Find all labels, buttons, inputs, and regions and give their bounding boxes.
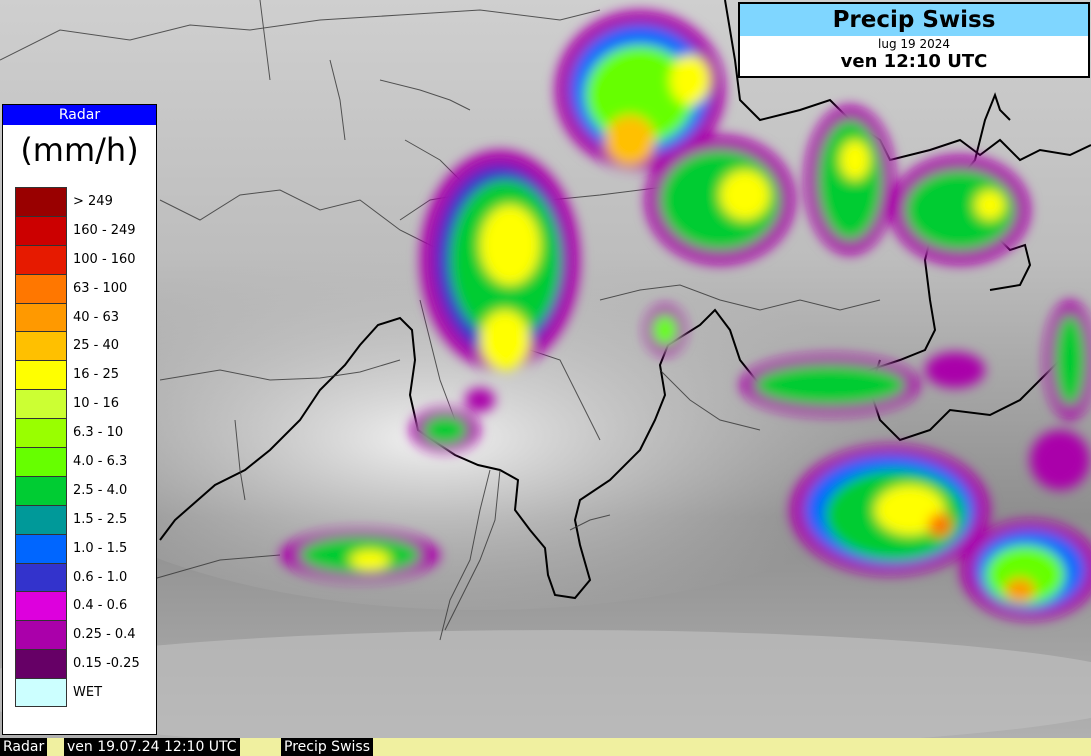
legend-swatch xyxy=(15,187,67,216)
legend-label: WET xyxy=(73,685,103,701)
product-title: Precip Swiss xyxy=(740,4,1088,36)
legend-label: 40 - 63 xyxy=(73,309,120,325)
legend-swatch xyxy=(15,533,67,563)
legend-entry: 16 - 25 xyxy=(15,360,140,390)
legend-label: > 249 xyxy=(73,193,113,209)
legend-entry: 6.3 - 10 xyxy=(15,418,140,448)
legend-entry: WET xyxy=(15,678,140,708)
legend-swatch xyxy=(15,562,67,592)
time-label: ven 12:10 UTC xyxy=(840,51,988,72)
legend-label: 2.5 - 4.0 xyxy=(73,482,128,498)
legend-swatch xyxy=(15,649,67,679)
legend-swatch xyxy=(15,244,67,274)
legend-swatch xyxy=(15,504,67,534)
legend-entry: 2.5 - 4.0 xyxy=(15,475,140,505)
legend-entry: 0.25 - 0.4 xyxy=(15,620,140,650)
legend-entry: 4.0 - 6.3 xyxy=(15,447,140,476)
legend-swatch xyxy=(15,591,67,621)
footer-bar: Radar ven 19.07.24 12:10 UTC Precip Swis… xyxy=(0,738,1091,756)
legend-entry: 0.4 - 0.6 xyxy=(15,591,140,621)
legend-label: 25 - 40 xyxy=(73,338,120,354)
legend-label: 1.5 - 2.5 xyxy=(73,511,128,527)
legend-entries: > 249 160 - 249 100 - 160 63 - 100 40 - 63 25… xyxy=(15,187,140,708)
legend-label: 10 - 16 xyxy=(73,396,120,412)
legend-entry: 63 - 100 xyxy=(15,273,140,303)
legend-label: 0.15 -0.25 xyxy=(73,656,140,672)
legend-swatch xyxy=(15,360,67,390)
legend-entry: 1.0 - 1.5 xyxy=(15,533,140,563)
legend-entry: 1.5 - 2.5 xyxy=(15,504,140,534)
legend-swatch xyxy=(15,620,67,650)
legend-label: 6.3 - 10 xyxy=(73,425,124,441)
legend-entry: > 249 xyxy=(15,187,140,216)
legend-label: 100 - 160 xyxy=(73,251,136,267)
legend-swatch xyxy=(15,215,67,245)
legend-swatch xyxy=(15,418,67,448)
title-box: Precip Swiss lug 19 2024 ven 12:10 UTC xyxy=(738,2,1090,78)
legend-entry: 25 - 40 xyxy=(15,331,140,361)
legend-swatch xyxy=(15,273,67,303)
legend-label: 0.4 - 0.6 xyxy=(73,598,128,614)
legend-label: 63 - 100 xyxy=(73,280,128,296)
legend-label: 160 - 249 xyxy=(73,222,136,238)
legend-label: 16 - 25 xyxy=(73,367,120,383)
legend-label: 4.0 - 6.3 xyxy=(73,453,128,469)
legend-swatch xyxy=(15,389,67,419)
legend-swatch xyxy=(15,447,67,476)
legend-swatch xyxy=(15,302,67,332)
legend-entry: 100 - 160 xyxy=(15,244,140,274)
legend-entry: 0.15 -0.25 xyxy=(15,649,140,679)
legend: Radar (mm/h) > 249 160 - 249 100 - 160 63 -… xyxy=(2,104,157,735)
legend-swatch xyxy=(15,475,67,505)
legend-entry: 10 - 16 xyxy=(15,389,140,419)
legend-header: Radar xyxy=(3,105,156,125)
legend-label: 0.6 - 1.0 xyxy=(73,569,128,585)
legend-entry: 0.6 - 1.0 xyxy=(15,562,140,592)
date-label: lug 19 2024 xyxy=(878,37,950,51)
legend-entry: 40 - 63 xyxy=(15,302,140,332)
legend-label: 1.0 - 1.5 xyxy=(73,540,128,556)
radar-map xyxy=(0,0,1091,738)
footer-product: Precip Swiss xyxy=(281,738,373,756)
legend-label: 0.25 - 0.4 xyxy=(73,627,136,643)
legend-swatch xyxy=(15,331,67,361)
footer-datetime: ven 19.07.24 12:10 UTC xyxy=(64,738,240,756)
legend-unit: (mm/h) xyxy=(20,131,139,169)
legend-swatch xyxy=(15,678,67,708)
po-valley xyxy=(0,630,1091,738)
footer-source: Radar xyxy=(0,738,48,756)
legend-entry: 160 - 249 xyxy=(15,215,140,245)
